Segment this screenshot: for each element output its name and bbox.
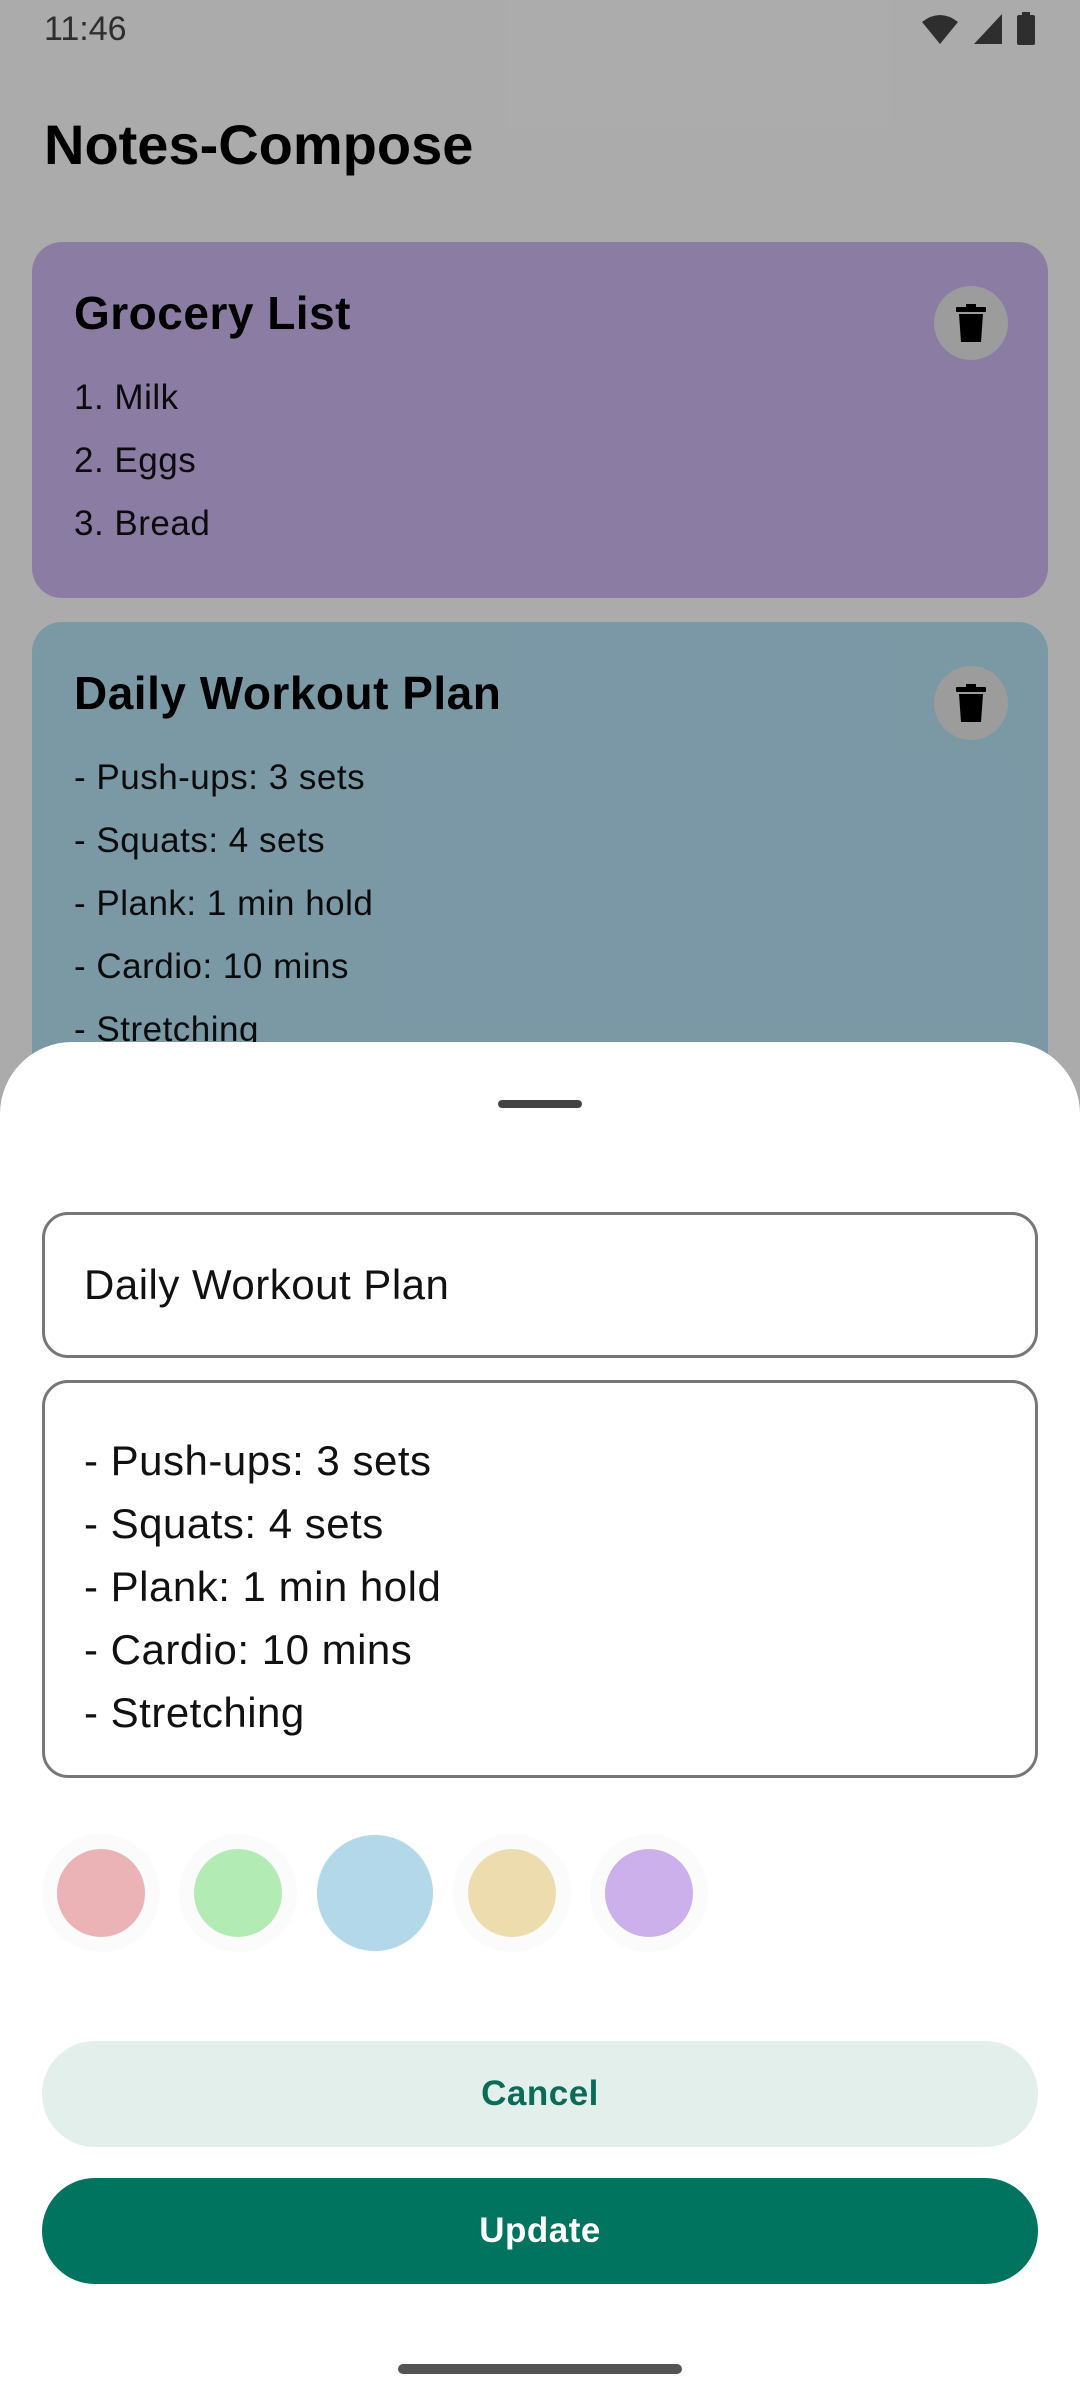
note-title-value: Daily Workout Plan [84, 1261, 450, 1308]
note-body-line: - Cardio: 10 mins [84, 1626, 413, 1673]
note-body-line: - Stretching [84, 1689, 305, 1736]
note-body-field[interactable]: - Push-ups: 3 sets - Squats: 4 sets - Pl… [42, 1380, 1038, 1778]
edit-note-bottom-sheet: Daily Workout Plan - Push-ups: 3 sets - … [0, 1042, 1080, 2400]
color-option-blue[interactable] [316, 1834, 434, 1952]
color-swatch [468, 1849, 556, 1937]
note-body-line: - Push-ups: 3 sets [84, 1437, 432, 1484]
color-swatch [317, 1835, 433, 1951]
color-option-red[interactable] [42, 1834, 160, 1952]
note-body-line: - Plank: 1 min hold [84, 1563, 442, 1610]
color-option-green[interactable] [179, 1834, 297, 1952]
update-button[interactable]: Update [42, 2178, 1038, 2284]
note-title-field[interactable]: Daily Workout Plan [42, 1212, 1038, 1358]
note-body-line: - Squats: 4 sets [84, 1500, 384, 1547]
color-swatch [57, 1849, 145, 1937]
color-swatch [194, 1849, 282, 1937]
color-swatch [605, 1849, 693, 1937]
home-indicator[interactable] [398, 2364, 682, 2374]
drag-handle[interactable] [498, 1100, 582, 1108]
color-picker [42, 1834, 1038, 1954]
color-option-purple[interactable] [590, 1834, 708, 1952]
cancel-button[interactable]: Cancel [42, 2041, 1038, 2147]
color-option-yellow[interactable] [453, 1834, 571, 1952]
